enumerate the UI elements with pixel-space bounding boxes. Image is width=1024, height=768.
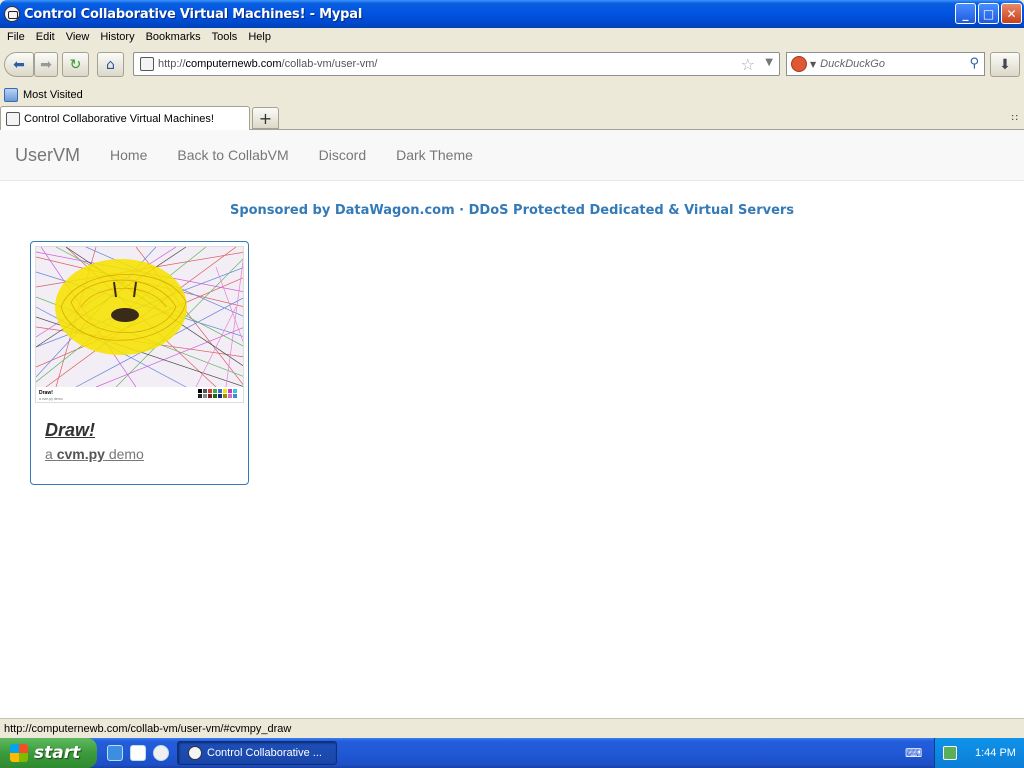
engine-dropdown-icon[interactable]: ▼ bbox=[810, 60, 816, 69]
tab-active[interactable]: Control Collaborative Virtual Machines! bbox=[0, 106, 250, 131]
tab-strip: Control Collaborative Virtual Machines! … bbox=[0, 105, 1024, 131]
sponsor-link[interactable]: Sponsored by DataWagon.com · DDoS Protec… bbox=[0, 203, 1024, 218]
vm-desc-suffix: demo bbox=[104, 446, 144, 462]
bookmark-most-visited[interactable]: Most Visited bbox=[23, 89, 83, 101]
internet-explorer-icon[interactable] bbox=[107, 745, 123, 761]
forward-button[interactable]: ➡ bbox=[34, 52, 58, 77]
search-placeholder: DuckDuckGo bbox=[820, 58, 885, 70]
home-icon: ⌂ bbox=[106, 56, 115, 73]
download-arrow-icon: ⬇ bbox=[999, 56, 1011, 73]
url-path: /collab-vm/user-vm/ bbox=[281, 58, 378, 70]
tab-title: Control Collaborative Virtual Machines! bbox=[24, 113, 214, 125]
menu-file[interactable]: File bbox=[7, 31, 25, 43]
thumb-caption-title: Draw! bbox=[39, 390, 53, 396]
vm-desc-prefix: a bbox=[45, 446, 57, 462]
menu-bookmarks[interactable]: Bookmarks bbox=[146, 31, 201, 43]
vm-screenshot-drawing: Draw! a cvm.py demo bbox=[36, 247, 243, 402]
back-arrow-icon: ⬅ bbox=[13, 56, 25, 73]
bookmark-star-icon[interactable]: ☆ bbox=[741, 55, 755, 74]
new-tab-button[interactable]: + bbox=[252, 107, 279, 129]
search-icon[interactable]: ⚲ bbox=[969, 56, 979, 71]
menu-bar: File Edit View History Bookmarks Tools H… bbox=[0, 28, 1024, 45]
menu-history[interactable]: History bbox=[100, 31, 134, 43]
menu-tools[interactable]: Tools bbox=[212, 31, 238, 43]
minimize-icon: _ bbox=[962, 6, 969, 21]
plus-icon: + bbox=[258, 108, 273, 128]
maximize-button[interactable]: □ bbox=[978, 3, 999, 24]
url-text[interactable]: http://computernewb.com/collab-vm/user-v… bbox=[158, 58, 378, 70]
nav-dark-theme[interactable]: Dark Theme bbox=[396, 147, 473, 163]
most-visited-icon bbox=[4, 88, 18, 102]
start-label: start bbox=[34, 743, 81, 763]
page-content: UserVM Home Back to CollabVM Discord Dar… bbox=[0, 130, 1024, 718]
start-button[interactable]: start bbox=[0, 738, 97, 768]
window-title-bar[interactable]: Control Collaborative Virtual Machines! … bbox=[0, 0, 1024, 28]
vm-title[interactable]: Draw! bbox=[45, 420, 95, 441]
search-box[interactable]: ▼ DuckDuckGo ⚲ bbox=[786, 52, 985, 76]
menu-view[interactable]: View bbox=[66, 31, 90, 43]
close-button[interactable]: ✕ bbox=[1001, 3, 1022, 24]
url-domain: computernewb.com bbox=[185, 58, 282, 70]
downloads-button[interactable]: ⬇ bbox=[990, 52, 1020, 77]
taskbar-window-label: Control Collaborative ... bbox=[207, 747, 322, 759]
navigation-toolbar: ⬅ ➡ ↻ ⌂ http://computernewb.com/collab-v… bbox=[0, 46, 1024, 84]
forward-arrow-icon: ➡ bbox=[40, 56, 52, 73]
browser-icon bbox=[4, 6, 20, 22]
nav-discord[interactable]: Discord bbox=[319, 147, 366, 163]
taskbar: start Control Collaborative ... ⌨ 1:44 P… bbox=[0, 738, 1024, 768]
reload-icon: ↻ bbox=[69, 56, 82, 73]
site-identity-icon[interactable] bbox=[140, 57, 154, 71]
nav-home[interactable]: Home bbox=[110, 147, 147, 163]
url-prefix: http:// bbox=[158, 58, 186, 70]
vm-description[interactable]: a cvm.py demo bbox=[45, 446, 144, 462]
maximize-icon: □ bbox=[982, 6, 995, 21]
close-icon: ✕ bbox=[1006, 6, 1017, 21]
status-bar: http://computernewb.com/collab-vm/user-v… bbox=[0, 718, 1024, 738]
tab-favicon-icon bbox=[6, 112, 20, 126]
site-brand[interactable]: UserVM bbox=[15, 145, 80, 166]
browser-icon bbox=[188, 746, 202, 760]
home-button[interactable]: ⌂ bbox=[97, 52, 124, 77]
status-text: http://computernewb.com/collab-vm/user-v… bbox=[4, 722, 292, 735]
menu-help[interactable]: Help bbox=[248, 31, 271, 43]
vm-card[interactable]: Draw! a cvm.py demo Draw! a cvm.py demo bbox=[30, 241, 249, 485]
keyboard-icon[interactable]: ⌨ bbox=[905, 746, 922, 760]
url-dropdown-icon[interactable]: ▼ bbox=[765, 57, 773, 68]
file-explorer-icon[interactable] bbox=[130, 745, 146, 761]
back-button[interactable]: ⬅ bbox=[4, 52, 34, 77]
tab-list-icon[interactable]: ∷ bbox=[1012, 113, 1018, 124]
menu-edit[interactable]: Edit bbox=[36, 31, 55, 43]
nav-back-to-collabvm[interactable]: Back to CollabVM bbox=[177, 147, 288, 163]
system-tray: 1:44 PM bbox=[934, 738, 1024, 768]
address-bar[interactable]: http://computernewb.com/collab-vm/user-v… bbox=[133, 52, 780, 76]
thumb-caption-sub: a cvm.py demo bbox=[39, 397, 63, 401]
network-icon[interactable] bbox=[943, 746, 957, 760]
duckduckgo-icon[interactable] bbox=[791, 56, 807, 72]
minimize-button[interactable]: _ bbox=[955, 3, 976, 24]
window-title: Control Collaborative Virtual Machines! … bbox=[24, 6, 363, 22]
vm-thumbnail[interactable]: Draw! a cvm.py demo bbox=[35, 246, 244, 403]
site-navbar: UserVM Home Back to CollabVM Discord Dar… bbox=[0, 130, 1024, 181]
clock[interactable]: 1:44 PM bbox=[975, 747, 1016, 759]
windows-flag-icon bbox=[10, 744, 28, 762]
media-player-icon[interactable] bbox=[153, 745, 169, 761]
bookmarks-toolbar: Most Visited bbox=[0, 85, 1024, 105]
taskbar-window-button[interactable]: Control Collaborative ... bbox=[177, 741, 337, 765]
reload-button[interactable]: ↻ bbox=[62, 52, 89, 77]
vm-desc-bold: cvm.py bbox=[56, 446, 105, 462]
